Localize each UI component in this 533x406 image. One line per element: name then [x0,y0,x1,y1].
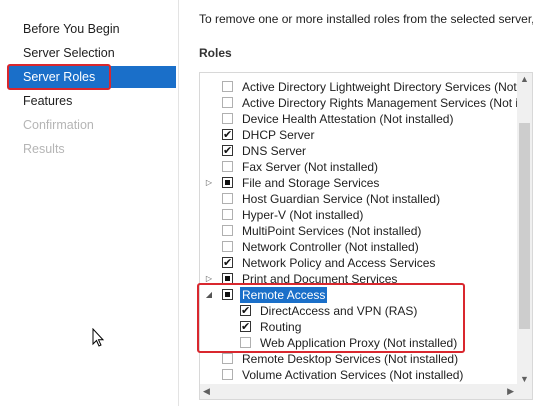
mouse-pointer-icon [92,328,105,347]
role-label: DHCP Server [242,128,315,142]
role-checkbox[interactable] [222,369,233,380]
horizontal-scrollbar[interactable]: ◀ ▶ [200,384,532,399]
role-checkbox[interactable] [222,81,233,92]
nav-item-results: Results [23,142,65,156]
role-label: Device Health Attestation (Not installed… [242,112,454,126]
role-label: Fax Server (Not installed) [242,160,379,174]
wizard-navigation: Before You Begin Server Selection Server R… [0,0,178,406]
role-checkbox[interactable] [222,241,233,252]
vertical-scrollbar[interactable]: ▲ ▼ [517,73,532,385]
role-label: MultiPoint Services (Not installed) [242,224,422,238]
role-checkbox[interactable] [222,127,233,143]
scroll-up-icon[interactable]: ▲ [520,74,529,84]
role-checkbox[interactable] [222,225,233,236]
nav-item-confirmation: Confirmation [23,118,94,132]
role-checkbox[interactable] [222,113,233,124]
role-checkbox[interactable] [222,177,233,188]
nav-item-server-selection[interactable]: Server Selection [23,42,115,64]
role-label: Hyper-V (Not installed) [242,208,364,222]
role-checkbox[interactable] [222,255,233,271]
nav-item-features[interactable]: Features [23,90,72,112]
triangle-right-icon[interactable]: ▷ [205,175,213,191]
role-checkbox[interactable] [222,97,233,108]
role-label: Active Directory Rights Management Servi… [242,96,533,110]
role-checkbox[interactable] [222,143,233,159]
role-label: Remote Desktop Services (Not installed) [242,352,459,366]
role-label: Volume Activation Services (Not installe… [242,368,464,382]
role-label: File and Storage Services [242,176,380,190]
role-checkbox[interactable] [222,353,233,364]
role-label: DNS Server [242,144,307,158]
scroll-left-icon[interactable]: ◀ [203,386,210,397]
role-label: Network Controller (Not installed) [242,240,419,254]
role-checkbox[interactable] [222,209,233,220]
nav-divider [178,0,179,406]
role-label: Network Policy and Access Services [242,256,436,270]
roles-heading: Roles [199,46,232,60]
intro-text: To remove one or more installed roles fr… [199,12,533,26]
role-checkbox[interactable] [222,161,233,172]
remote-access-highlight-box [197,283,465,353]
server-roles-highlight-box [7,64,111,90]
scroll-right-icon[interactable]: ▶ [507,386,514,397]
role-label: Host Guardian Service (Not installed) [242,192,441,206]
nav-item-before-you-begin[interactable]: Before You Begin [23,18,120,40]
scroll-down-icon[interactable]: ▼ [520,374,529,384]
scrollbar-thumb[interactable] [519,123,530,329]
role-label: Active Directory Lightweight Directory S… [242,80,532,94]
role-checkbox[interactable] [222,193,233,204]
